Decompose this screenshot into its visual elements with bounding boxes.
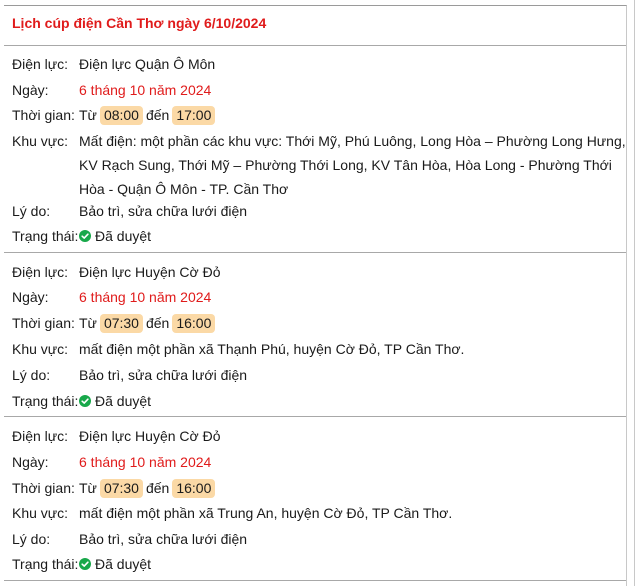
end-time-badge: 17:00 <box>172 106 216 125</box>
end-time-badge: 16:00 <box>172 314 216 333</box>
date-value: 6 tháng 10 năm 2024 <box>79 289 212 305</box>
to-text: đến <box>145 107 170 123</box>
to-text: đến <box>145 315 170 331</box>
utility-label: Điện lực: <box>12 56 69 72</box>
area-value: mất điện một phần xã Trung An, huyện Cờ … <box>79 505 453 521</box>
from-text: Từ <box>79 480 97 496</box>
utility-value: Điện lực Huyện Cờ Đỏ <box>79 264 221 280</box>
status-badge: Đã duyệt <box>79 226 151 246</box>
to-text: đến <box>145 480 170 496</box>
time-label: Thời gian: <box>12 480 75 496</box>
date-label: Ngày: <box>12 289 49 305</box>
time-value: Từ 07:30 đến 16:00 <box>79 313 218 333</box>
date-label: Ngày: <box>12 454 49 470</box>
divider <box>4 580 626 581</box>
reason-value: Bảo trì, sửa chữa lưới điện <box>79 367 248 383</box>
panel-edge <box>634 0 635 586</box>
status-value: Đã duyệt <box>95 393 152 409</box>
reason-value: Bảo trì, sửa chữa lưới điện <box>79 203 248 219</box>
status-label: Trạng thái: <box>12 556 79 572</box>
check-circle-icon <box>79 230 91 242</box>
divider <box>4 252 626 253</box>
start-time-badge: 07:30 <box>99 479 143 498</box>
date-value: 6 tháng 10 năm 2024 <box>79 82 212 98</box>
area-value: Mất điện: một phần các khu vực: Thới Mỹ,… <box>79 133 626 197</box>
divider <box>4 45 626 46</box>
check-circle-icon <box>79 395 91 407</box>
from-text: Từ <box>79 107 97 123</box>
time-label: Thời gian: <box>12 107 75 123</box>
reason-label: Lý do: <box>12 203 51 219</box>
divider <box>4 416 626 417</box>
status-value: Đã duyệt <box>95 228 152 244</box>
status-badge: Đã duyệt <box>79 391 151 411</box>
status-label: Trạng thái: <box>12 228 79 244</box>
area-value: mất điện một phần xã Thạnh Phú, huyện Cờ… <box>79 341 465 357</box>
status-value: Đã duyệt <box>95 556 152 572</box>
area-label: Khu vực: <box>12 341 69 357</box>
time-value: Từ 07:30 đến 16:00 <box>79 478 218 498</box>
start-time-badge: 08:00 <box>99 106 143 125</box>
area-label: Khu vực: <box>12 133 69 149</box>
status-badge: Đã duyệt <box>79 554 151 574</box>
start-time-badge: 07:30 <box>99 314 143 333</box>
utility-value: Điện lực Quận Ô Môn <box>79 56 216 72</box>
utility-label: Điện lực: <box>12 264 69 280</box>
end-time-badge: 16:00 <box>172 479 216 498</box>
from-text: Từ <box>79 315 97 331</box>
time-label: Thời gian: <box>12 315 75 331</box>
status-label: Trạng thái: <box>12 393 79 409</box>
utility-value: Điện lực Huyện Cờ Đỏ <box>79 428 221 444</box>
reason-value: Bảo trì, sửa chữa lưới điện <box>79 531 248 547</box>
area-label: Khu vực: <box>12 505 69 521</box>
date-value: 6 tháng 10 năm 2024 <box>79 454 212 470</box>
page-title: Lịch cúp điện Cần Thơ ngày 6/10/2024 <box>12 15 267 31</box>
utility-label: Điện lực: <box>12 428 69 444</box>
reason-label: Lý do: <box>12 531 51 547</box>
date-label: Ngày: <box>12 82 49 98</box>
check-circle-icon <box>79 558 91 570</box>
reason-label: Lý do: <box>12 367 51 383</box>
time-value: Từ 08:00 đến 17:00 <box>79 105 218 125</box>
